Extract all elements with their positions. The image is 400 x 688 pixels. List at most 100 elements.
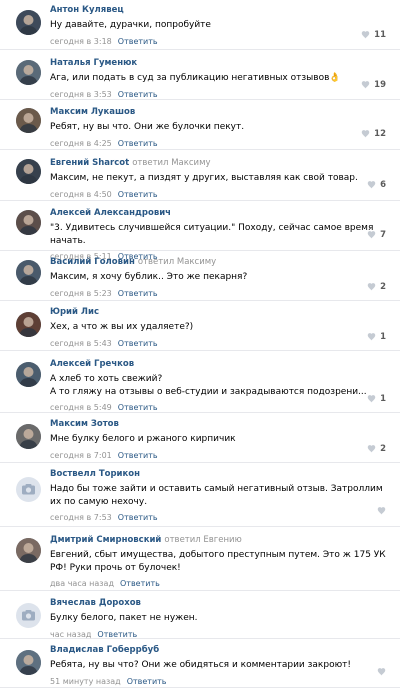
avatar[interactable] — [16, 477, 41, 502]
comment-time[interactable]: сегодня в 5:49 — [50, 403, 112, 412]
author-link[interactable]: Евгений Sharcot — [50, 158, 129, 168]
comment-time[interactable]: час назад — [50, 630, 91, 639]
comment-text: Ага, или подать в суд за публикацию нега… — [50, 73, 341, 83]
like-button[interactable]: 2 — [367, 444, 386, 454]
author-link[interactable]: Владислав Гоберрбуб — [50, 645, 159, 655]
heart-icon — [367, 231, 376, 239]
comment-item: Максим Зотов Мне булку белого и ржаного к… — [0, 413, 400, 463]
comment-header: Максим Лукашов — [50, 107, 392, 118]
comment-time[interactable]: два часа назад — [50, 579, 114, 588]
avatar[interactable] — [16, 603, 41, 628]
comment-time[interactable]: сегодня в 5:23 — [50, 289, 112, 298]
avatar[interactable] — [16, 424, 41, 449]
comment-time[interactable]: сегодня в 7:53 — [50, 513, 112, 522]
avatar[interactable] — [16, 10, 41, 35]
comment-time[interactable]: сегодня в 3:18 — [50, 37, 112, 46]
comment-header: Наталья Гуменюк — [50, 58, 392, 69]
like-button[interactable]: 6 — [367, 180, 386, 190]
avatar[interactable] — [16, 159, 41, 184]
comment-item: Алексей Александрович "3. Удивитесь случи… — [0, 201, 400, 261]
comment-header: Максим Зотов — [50, 419, 392, 430]
reply-button[interactable]: Ответить — [120, 579, 160, 588]
reply-to-name[interactable]: Максиму — [171, 158, 210, 168]
like-button[interactable]: 11 — [361, 30, 386, 40]
reply-button[interactable]: Ответить — [118, 513, 158, 522]
comment-item: Евгений Sharcot ответил Максиму Максим, не… — [0, 150, 400, 201]
avatar[interactable] — [16, 650, 41, 675]
reply-button[interactable]: Ответить — [118, 451, 158, 460]
comment-content: Владислав Гоберрбуб Ребята, ну вы что? Он… — [50, 645, 392, 687]
reply-button[interactable]: Ответить — [118, 403, 158, 412]
reply-button[interactable]: Ответить — [118, 289, 158, 298]
like-button[interactable] — [377, 507, 386, 515]
comment-text: Ребят, ну вы что. Они же булочки пекут. — [50, 122, 245, 132]
like-button[interactable] — [377, 668, 386, 676]
comment-content: Дмитрий Смирновский ответил Евгению Евгени… — [50, 535, 392, 589]
like-button[interactable]: 2 — [367, 282, 386, 292]
like-count: 2 — [380, 444, 386, 454]
like-button[interactable]: 1 — [367, 394, 386, 404]
author-link[interactable]: Дмитрий Смирновский — [50, 535, 161, 545]
author-link[interactable]: Антон Кулявец — [50, 5, 124, 15]
author-link[interactable]: Юрий Лис — [50, 307, 99, 317]
comment-text: Мне булку белого и ржаного кирпичик — [50, 434, 236, 444]
author-link[interactable]: Наталья Гуменюк — [50, 58, 137, 68]
reply-button[interactable]: Ответить — [118, 90, 158, 99]
comment-content: Наталья Гуменюк Ага, или подать в суд за … — [50, 58, 392, 100]
like-count: 19 — [374, 80, 386, 90]
reply-button[interactable]: Ответить — [127, 677, 167, 686]
reply-button[interactable]: Ответить — [118, 139, 158, 148]
comment-time[interactable]: сегодня в 4:50 — [50, 190, 112, 199]
author-link[interactable]: Вячеслав Дорохов — [50, 598, 141, 608]
like-button[interactable]: 19 — [361, 80, 386, 90]
comment-header: Алексей Гречков — [50, 359, 392, 370]
avatar[interactable] — [16, 312, 41, 337]
answered-word: ответил — [137, 257, 175, 267]
comment-meta: сегодня в 4:50 Ответить — [50, 189, 392, 200]
heart-icon — [361, 130, 370, 138]
heart-icon — [367, 283, 376, 291]
reply-to-name[interactable]: Максиму — [177, 257, 216, 267]
user-photo-icon — [16, 650, 41, 675]
answered-word: ответил — [132, 158, 169, 168]
like-button[interactable]: 1 — [367, 332, 386, 342]
author-link[interactable]: Максим Лукашов — [50, 107, 135, 117]
author-link[interactable]: Алексей Александрович — [50, 208, 171, 218]
reply-button[interactable]: Ответить — [97, 630, 137, 639]
author-link[interactable]: Алексей Гречков — [50, 359, 134, 369]
like-count: 7 — [380, 230, 386, 240]
comment-header: Вячеслав Дорохов — [50, 598, 392, 609]
comment-time[interactable]: сегодня в 7:01 — [50, 451, 112, 460]
comment-text: А хлеб то хоть свежий? А то гляжу на отз… — [50, 374, 367, 397]
camera-icon — [22, 484, 35, 495]
author-link[interactable]: Воствелл Торикон — [50, 469, 140, 479]
like-button[interactable]: 7 — [367, 230, 386, 240]
avatar[interactable] — [16, 260, 41, 285]
camera-icon — [22, 610, 35, 621]
comment-item: Алексей Гречков А хлеб то хоть свежий? А … — [0, 351, 400, 413]
reply-to-label: ответил Максиму — [138, 257, 216, 267]
avatar[interactable] — [16, 210, 41, 235]
reply-button[interactable]: Ответить — [118, 190, 158, 199]
reply-button[interactable]: Ответить — [118, 37, 158, 46]
reply-button[interactable]: Ответить — [118, 339, 158, 348]
comment-item: Василий Головин ответил Максиму Максим, я … — [0, 251, 400, 301]
user-photo-icon — [16, 108, 41, 133]
avatar[interactable] — [16, 362, 41, 387]
comment-time[interactable]: 51 минуту назад — [50, 677, 121, 686]
reply-to-name[interactable]: Евгению — [203, 535, 241, 545]
comment-content: Максим Лукашов Ребят, ну вы что. Они же б… — [50, 107, 392, 149]
comment-header: Владислав Гоберрбуб — [50, 645, 392, 656]
comment-time[interactable]: сегодня в 3:53 — [50, 90, 112, 99]
author-link[interactable]: Василий Головин — [50, 257, 135, 267]
avatar[interactable] — [16, 538, 41, 563]
comment-text: Ну давайте, дурачки, попробуйте — [50, 20, 211, 30]
avatar[interactable] — [16, 108, 41, 133]
comment-time[interactable]: сегодня в 5:43 — [50, 339, 112, 348]
reply-to-label: ответил Евгению — [164, 535, 241, 545]
like-button[interactable]: 12 — [361, 129, 386, 139]
author-link[interactable]: Максим Зотов — [50, 419, 119, 429]
avatar[interactable] — [16, 60, 41, 85]
comment-meta: сегодня в 5:49 Ответить — [50, 402, 392, 413]
comment-time[interactable]: сегодня в 4:25 — [50, 139, 112, 148]
